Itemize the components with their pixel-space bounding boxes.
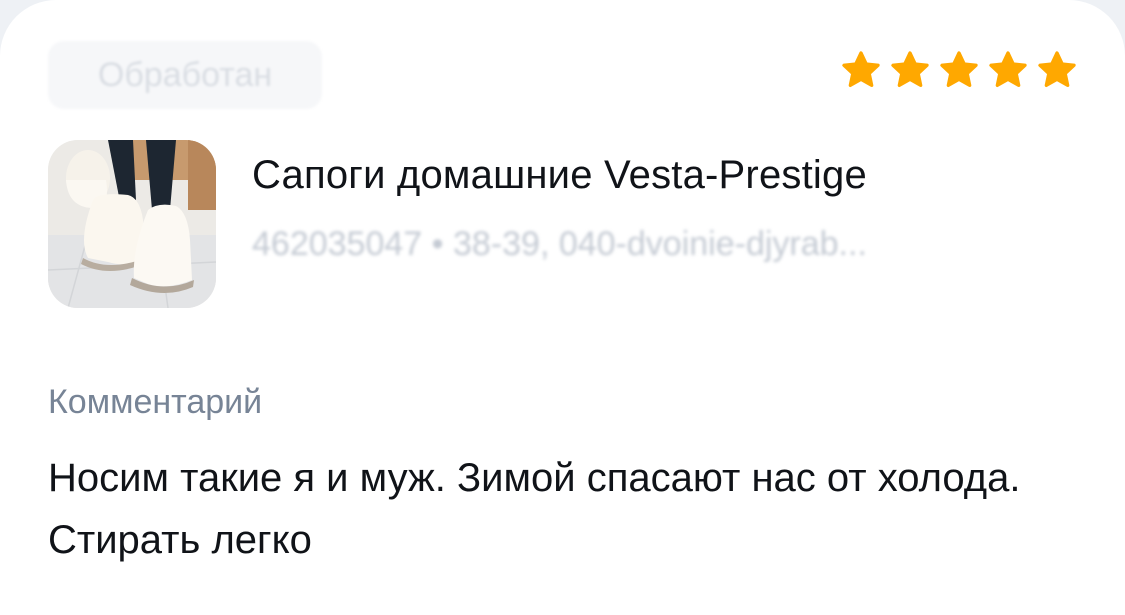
star-icon [988, 50, 1028, 90]
review-card: Обработан Сапоги домашние Vesta-Prestige… [0, 0, 1125, 615]
star-icon [939, 50, 979, 90]
product-name[interactable]: Сапоги домашние Vesta-Prestige [252, 153, 867, 198]
product-photo [48, 140, 216, 308]
comment-label: Комментарий [48, 383, 263, 421]
star-rating [841, 50, 1077, 90]
comment-text: Носим такие я и муж. Зимой спасают нас о… [48, 456, 1021, 562]
star-icon [890, 50, 930, 90]
status-badge: Обработан [48, 41, 322, 109]
product-image[interactable] [48, 140, 216, 308]
star-icon [841, 50, 881, 90]
star-icon [1037, 50, 1077, 90]
product-meta: 462035047 • 38-39, 040-dvoinie-djyrab... [252, 225, 867, 263]
